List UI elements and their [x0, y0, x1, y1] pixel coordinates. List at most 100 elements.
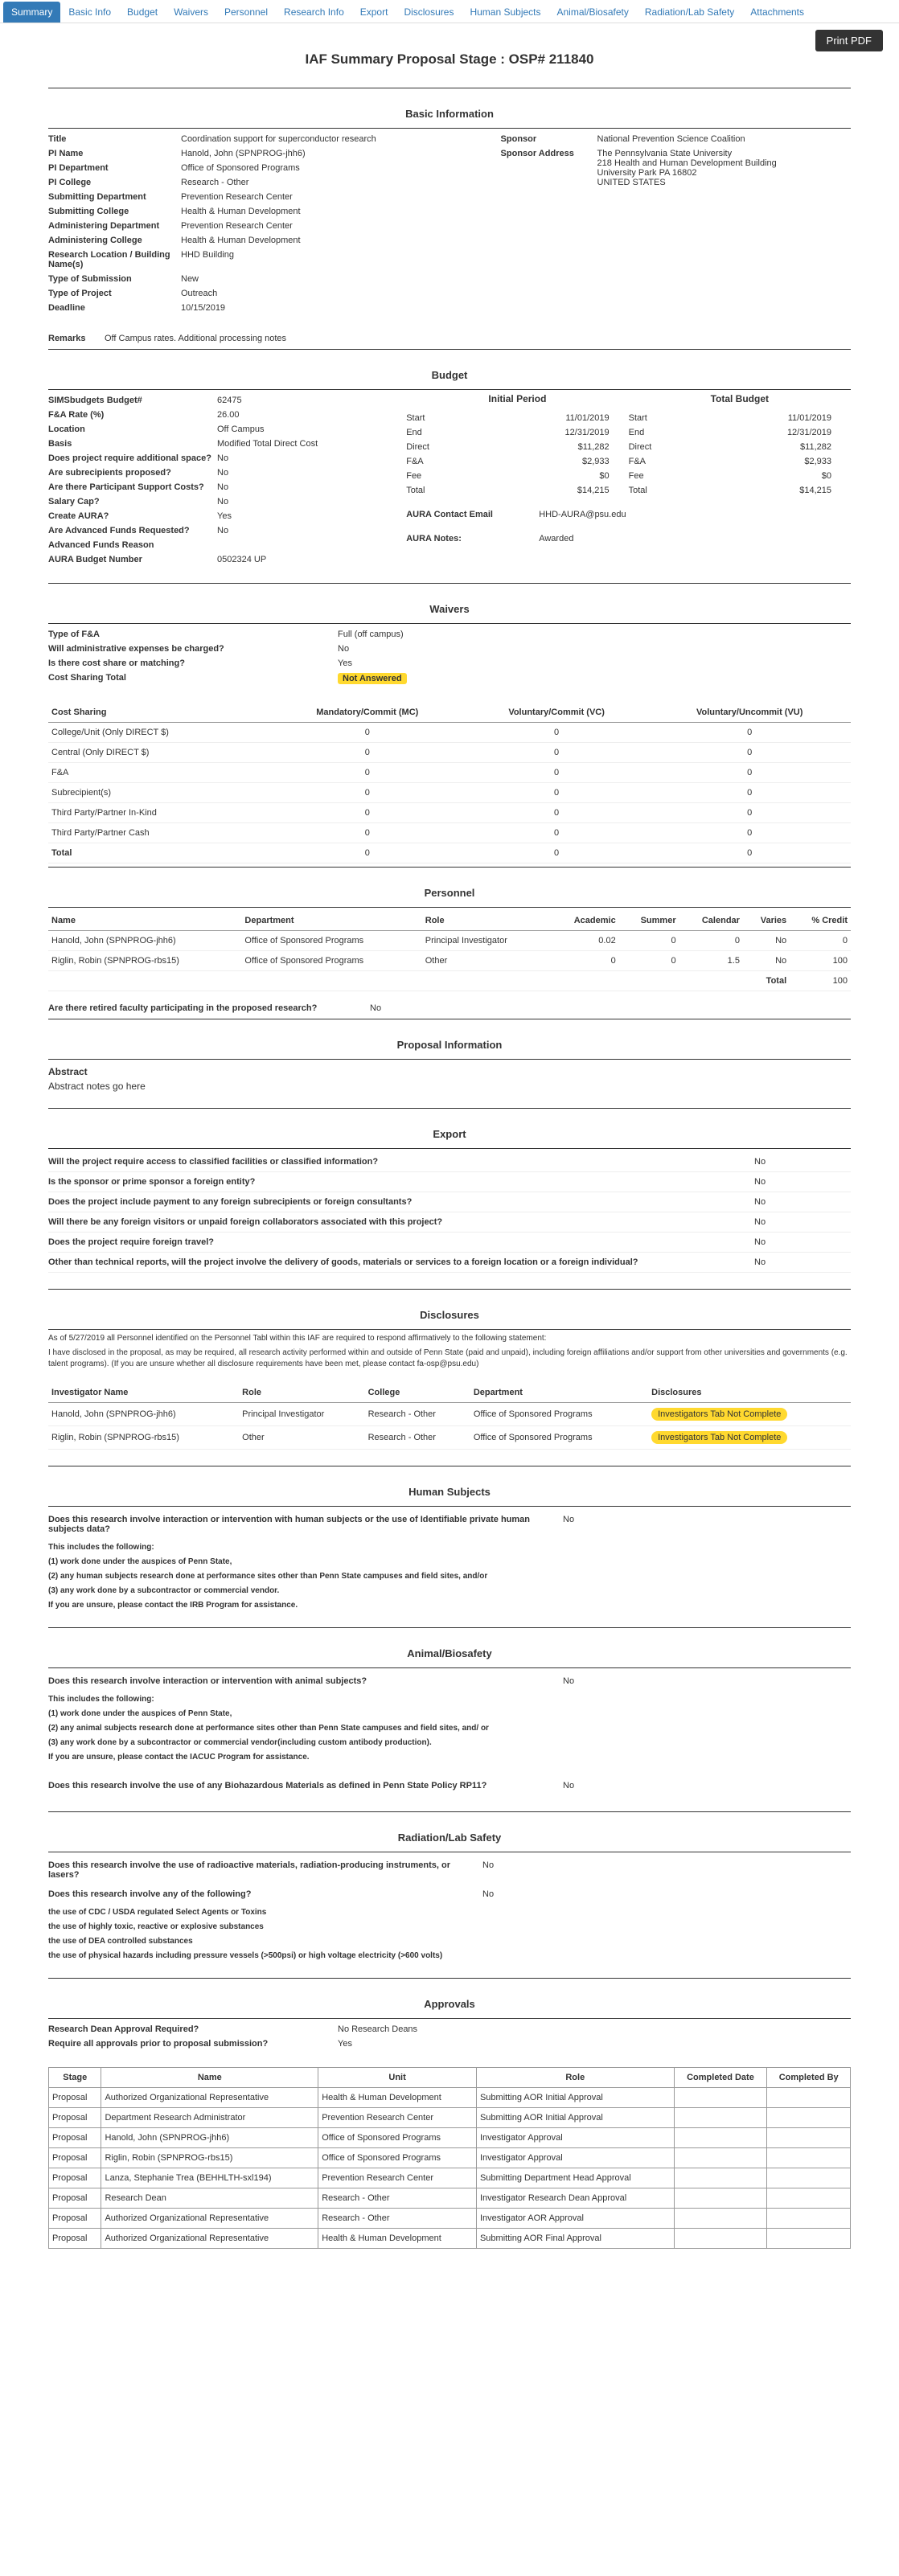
personnel-cell: 0: [619, 931, 679, 951]
cs-mc: 0: [270, 803, 465, 823]
field-value: 0502324 UP: [217, 555, 266, 564]
sub-text: the use of physical hazards including pr…: [48, 1950, 851, 1962]
approvals-cell: Investigator Approval: [476, 2128, 674, 2148]
disc-cell: Office of Sponsored Programs: [470, 1403, 648, 1426]
field-label: Type of F&A: [48, 630, 338, 639]
tab-waivers[interactable]: Waivers: [166, 2, 216, 23]
field-label: PI Department: [48, 163, 181, 173]
field-label: Location: [48, 425, 217, 434]
field-value: Health & Human Development: [181, 236, 469, 245]
aura-notes-label: AURA Notes:: [406, 534, 539, 544]
approvals-cell: [674, 2148, 767, 2168]
disc-cell: Riglin, Robin (SPNPROG-rbs15): [48, 1426, 239, 1450]
tab-disclosures[interactable]: Disclosures: [396, 2, 462, 23]
field-label: Advanced Funds Reason: [48, 540, 217, 550]
tab-basic-info[interactable]: Basic Info: [60, 2, 119, 23]
approvals-cell: Investigator Research Dean Approval: [476, 2188, 674, 2209]
field-value: Outreach: [181, 289, 469, 298]
personnel-cell: 0: [679, 931, 743, 951]
field-value: No: [217, 526, 228, 535]
approvals-cell: [767, 2168, 851, 2188]
field-label: PI College: [48, 178, 181, 187]
cs-vu: 0: [648, 783, 851, 803]
section-export: Export: [48, 1123, 851, 1145]
disclosures-intro2: I have disclosed in the proposal, as may…: [48, 1347, 851, 1370]
approvals-cell: Authorized Organizational Representative: [101, 2229, 318, 2249]
export-question: Does the project include payment to any …: [48, 1197, 754, 1207]
period-value: $2,933: [582, 457, 629, 466]
radiation-q2: Does this research involve any of the fo…: [48, 1889, 482, 1899]
retired-faculty-q: Are there retired faculty participating …: [48, 1003, 370, 1013]
field-value: 26.00: [217, 410, 240, 420]
field-value: Hanold, John (SPNPROG-jhh6): [181, 149, 469, 158]
approvals-col: Stage: [49, 2068, 101, 2088]
approvals-cell: Prevention Research Center: [318, 2108, 477, 2128]
personnel-cell: Riglin, Robin (SPNPROG-rbs15): [48, 951, 241, 971]
approvals-cell: Proposal: [49, 2108, 101, 2128]
personnel-table: NameDepartmentRoleAcademicSummerCalendar…: [48, 911, 851, 991]
approvals-table: StageNameUnitRoleCompleted DateCompleted…: [48, 2067, 851, 2249]
field-label: Are there Participant Support Costs?: [48, 482, 217, 492]
aura-email-value: HHD-AURA@psu.edu: [539, 510, 626, 519]
approvals-cell: [674, 2188, 767, 2209]
approvals-cell: Research Dean: [101, 2188, 318, 2209]
period-label: Start: [629, 413, 788, 423]
export-answer: No: [754, 1217, 851, 1227]
tab-summary[interactable]: Summary: [3, 2, 60, 23]
personnel-col: Calendar: [679, 911, 743, 931]
section-disclosures: Disclosures: [48, 1304, 851, 1326]
field-label: Basis: [48, 439, 217, 449]
personnel-cell: Hanold, John (SPNPROG-jhh6): [48, 931, 241, 951]
field-value: Full (off campus): [338, 630, 404, 639]
sub-text: (3) any work done by a subcontractor or …: [48, 1585, 851, 1597]
field-value: Prevention Research Center: [181, 221, 469, 231]
approvals-cell: [674, 2168, 767, 2188]
personnel-cell: Principal Investigator: [422, 931, 550, 951]
tab-personnel[interactable]: Personnel: [216, 2, 276, 23]
radiation-a1: No: [482, 1860, 579, 1880]
tab-attachments[interactable]: Attachments: [742, 2, 812, 23]
section-proposal: Proposal Information: [48, 1034, 851, 1056]
approvals-cell: [767, 2108, 851, 2128]
print-pdf-button[interactable]: Print PDF: [815, 30, 883, 51]
cs-vc: 0: [465, 743, 649, 763]
field-value: No: [217, 497, 228, 507]
field-value: No: [217, 453, 228, 463]
cs-vu: 0: [648, 743, 851, 763]
tab-radiation-lab-safety[interactable]: Radiation/Lab Safety: [637, 2, 742, 23]
approvals-cell: [674, 2209, 767, 2229]
approvals-cell: Proposal: [49, 2168, 101, 2188]
field-value: Yes: [338, 2039, 352, 2049]
field-label: Does project require additional space?: [48, 453, 217, 463]
period-value: 11/01/2019: [788, 413, 851, 423]
cs-col-name: Cost Sharing: [48, 703, 270, 723]
sponsor-addr-value: The Pennsylvania State University218 Hea…: [597, 149, 851, 187]
field-value: Health & Human Development: [181, 207, 469, 216]
approvals-cell: Lanza, Stephanie Trea (BEHHLTH-sxl194): [101, 2168, 318, 2188]
sub-text: If you are unsure, please contact the IR…: [48, 1600, 851, 1611]
tab-research-info[interactable]: Research Info: [276, 2, 352, 23]
field-label: Title: [48, 134, 181, 144]
disc-cell: Investigators Tab Not Complete: [648, 1426, 851, 1450]
tab-export[interactable]: Export: [352, 2, 396, 23]
aura-email-label: AURA Contact Email: [406, 510, 539, 519]
cs-vu: 0: [648, 823, 851, 843]
tab-animal-biosafety[interactable]: Animal/Biosafety: [549, 2, 637, 23]
approvals-cell: Office of Sponsored Programs: [318, 2148, 477, 2168]
approvals-cell: [674, 2088, 767, 2108]
field-value: Office of Sponsored Programs: [181, 163, 469, 173]
export-question: Other than technical reports, will the p…: [48, 1257, 754, 1267]
approvals-cell: Proposal: [49, 2188, 101, 2209]
sub-text: This includes the following:: [48, 1542, 851, 1553]
tab-budget[interactable]: Budget: [119, 2, 166, 23]
export-answer: No: [754, 1197, 851, 1207]
cs-mc: 0: [270, 823, 465, 843]
export-question: Does the project require foreign travel?: [48, 1237, 754, 1247]
human-q: Does this research involve interaction o…: [48, 1515, 563, 1534]
export-question: Is the sponsor or prime sponsor a foreig…: [48, 1177, 754, 1187]
approvals-cell: Authorized Organizational Representative: [101, 2088, 318, 2108]
approvals-cell: Prevention Research Center: [318, 2168, 477, 2188]
period-value: $11,282: [800, 442, 851, 452]
tab-human-subjects[interactable]: Human Subjects: [462, 2, 548, 23]
field-value: HHD Building: [181, 250, 469, 269]
